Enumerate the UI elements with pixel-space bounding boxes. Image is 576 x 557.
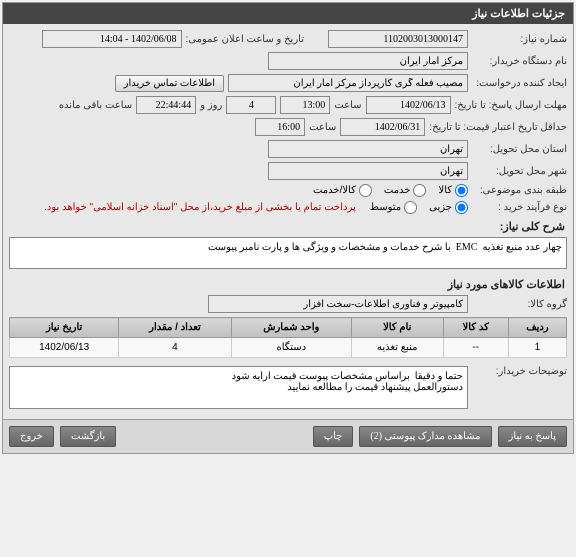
proc-partial-radio[interactable] xyxy=(455,201,468,214)
cat-goods-option[interactable]: کالا xyxy=(438,184,468,197)
validity-label: حداقل تاریخ اعتبار قیمت: تا تاریخ: xyxy=(429,122,567,133)
attachments-button[interactable]: مشاهده مدارک پیوستی (2) xyxy=(359,426,491,447)
buyer-desc-label: توضیحات خریدار: xyxy=(472,366,567,377)
hours-label: ساعت باقی مانده xyxy=(59,100,132,111)
summary-label: شرح کلی نیاز: xyxy=(11,220,565,233)
city-demand-label: استان محل تحویل: xyxy=(472,144,567,155)
deadline-label: مهلت ارسال پاسخ: تا تاریخ: xyxy=(455,100,567,111)
need-no-label: شماره نیاز: xyxy=(472,34,567,45)
day-label: روز و xyxy=(200,100,222,111)
cat-service-radio[interactable] xyxy=(413,184,426,197)
table-header-row: ردیف کد کالا نام کالا واحد شمارش تعداد /… xyxy=(10,318,567,338)
proc-partial-text: جزیی xyxy=(429,202,452,213)
panel-body: شماره نیاز: تاریخ و ساعت اعلان عمومی: نا… xyxy=(3,24,573,419)
city-deliver-field xyxy=(268,162,468,180)
td-row: 1 xyxy=(508,338,566,358)
category-label: طبقه بندی موضوعی: xyxy=(472,185,567,196)
th-name: نام کالا xyxy=(351,318,443,338)
validity-date-field xyxy=(340,118,425,136)
group-label: گروه کالا: xyxy=(472,299,567,310)
proc-medium-option[interactable]: متوسط xyxy=(370,201,417,214)
summary-text xyxy=(9,237,567,269)
group-field xyxy=(208,295,468,313)
city-demand-field xyxy=(268,140,468,158)
cat-goods-service-option[interactable]: کالا/خدمت xyxy=(313,184,372,197)
th-qty: تعداد / مقدار xyxy=(119,318,231,338)
exit-button[interactable]: خروج xyxy=(9,426,54,447)
footer-bar: پاسخ به نیاز مشاهده مدارک پیوستی (2) چاپ… xyxy=(3,419,573,453)
process-radio-group: جزیی متوسط xyxy=(370,201,468,214)
creator-field xyxy=(228,74,468,92)
items-table: ردیف کد کالا نام کالا واحد شمارش تعداد /… xyxy=(9,317,567,358)
cat-service-text: خدمت xyxy=(384,185,411,196)
items-section-title: اطلاعات کالاهای مورد نیاز xyxy=(11,278,565,291)
back-button[interactable]: بازگشت xyxy=(60,426,116,447)
creator-label: ایجاد کننده درخواست: xyxy=(472,78,567,89)
proc-partial-option[interactable]: جزیی xyxy=(429,201,468,214)
cat-goods-service-text: کالا/خدمت xyxy=(313,185,356,196)
print-button[interactable]: چاپ xyxy=(313,426,354,447)
validity-time-field xyxy=(255,118,305,136)
process-label: نوع فرآیند خرید : xyxy=(472,202,567,213)
need-no-field xyxy=(328,30,468,48)
cat-goods-service-radio[interactable] xyxy=(359,184,372,197)
respond-button[interactable]: پاسخ به نیاز xyxy=(498,426,568,447)
deadline-time-field xyxy=(280,96,330,114)
td-unit: دستگاه xyxy=(231,338,351,358)
days-remain-field xyxy=(226,96,276,114)
process-note: پرداخت تمام یا بخشی از مبلغ خرید،از محل … xyxy=(44,202,356,213)
buyer-label: نام دستگاه خریدار: xyxy=(472,56,567,67)
deadline-date-field xyxy=(366,96,451,114)
cat-service-option[interactable]: خدمت xyxy=(384,184,427,197)
time-label-1: ساعت xyxy=(334,100,361,111)
th-code: کد کالا xyxy=(443,318,508,338)
th-unit: واحد شمارش xyxy=(231,318,351,338)
public-date-label: تاریخ و ساعت اعلان عمومی: xyxy=(186,34,305,45)
proc-medium-radio[interactable] xyxy=(404,201,417,214)
td-date: 1402/06/13 xyxy=(10,338,119,358)
public-date-field xyxy=(42,30,182,48)
time-label-2: ساعت xyxy=(309,122,336,133)
td-code: -- xyxy=(443,338,508,358)
th-date: تاریخ نیاز xyxy=(10,318,119,338)
need-details-panel: جزئیات اطلاعات نیاز شماره نیاز: تاریخ و … xyxy=(2,2,574,454)
panel-title: جزئیات اطلاعات نیاز xyxy=(3,3,573,24)
city-deliver-label: شهر محل تحویل: xyxy=(472,166,567,177)
cat-goods-radio[interactable] xyxy=(455,184,468,197)
proc-medium-text: متوسط xyxy=(370,202,401,213)
hours-remain-field xyxy=(136,96,196,114)
cat-goods-text: کالا xyxy=(438,185,452,196)
table-row[interactable]: 1 -- منبع تغذیه دستگاه 4 1402/06/13 xyxy=(10,338,567,358)
category-radio-group: کالا خدمت کالا/خدمت xyxy=(313,184,468,197)
th-row: ردیف xyxy=(508,318,566,338)
td-qty: 4 xyxy=(119,338,231,358)
buyer-field xyxy=(268,52,468,70)
td-name: منبع تغذیه xyxy=(351,338,443,358)
buyer-desc-text xyxy=(9,366,468,409)
contact-info-button[interactable]: اطلاعات تماس خریدار xyxy=(115,75,224,92)
